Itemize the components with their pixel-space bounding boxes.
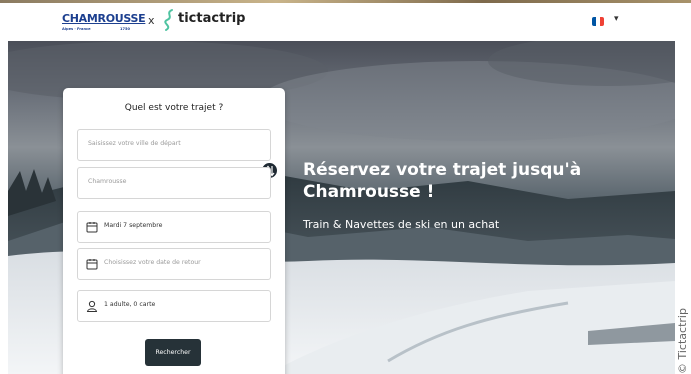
- user-icon: [86, 300, 98, 312]
- calendar-icon: [86, 259, 98, 270]
- top-navbar: CHAMROUSSE Alpes · France 1750 x tictact…: [8, 3, 675, 41]
- chamrousse-logo[interactable]: CHAMROUSSE Alpes · France 1750: [62, 12, 146, 36]
- hero-title: Réservez votre trajet jusqu'à Chamrousse…: [303, 160, 582, 202]
- chamrousse-altitude: 1750: [120, 27, 131, 31]
- destination-value: Chamrousse: [88, 178, 127, 185]
- chamrousse-wordmark: CHAMROUSSE: [62, 12, 146, 25]
- french-flag-icon: [592, 17, 604, 26]
- return-date-field[interactable]: Choisissez votre date de retour: [77, 248, 271, 280]
- language-selector[interactable]: ▾: [592, 14, 626, 29]
- outbound-date-field[interactable]: Mardi 7 septembre: [77, 211, 271, 243]
- passengers-field[interactable]: 1 adulte, 0 carte: [77, 290, 271, 322]
- passengers-value: 1 adulte, 0 carte: [104, 301, 156, 308]
- hero-subtitle: Train & Navettes de ski en un achat: [303, 218, 500, 231]
- search-button[interactable]: Rechercher: [145, 339, 201, 366]
- tictactrip-wordmark[interactable]: tictactrip: [178, 11, 245, 26]
- outbound-date-value: Mardi 7 septembre: [104, 222, 163, 229]
- trip-search-card: Quel est votre trajet ? Saisissez votre …: [63, 88, 285, 374]
- form-title: Quel est votre trajet ?: [124, 103, 224, 113]
- photo-credit: © Tictactrip: [676, 308, 689, 374]
- return-date-placeholder: Choisissez votre date de retour: [104, 259, 201, 266]
- hero-banner: Réservez votre trajet jusqu'à Chamrousse…: [8, 41, 675, 374]
- departure-input[interactable]: Saisissez votre ville de départ: [77, 129, 271, 161]
- chamrousse-tagline: Alpes · France: [62, 27, 91, 31]
- tictactrip-logo-icon: [164, 9, 173, 31]
- calendar-icon: [86, 222, 98, 233]
- chevron-down-icon: ▾: [614, 14, 619, 24]
- destination-input[interactable]: Chamrousse: [77, 167, 271, 199]
- brand-separator: x: [148, 14, 155, 27]
- departure-placeholder: Saisissez votre ville de départ: [88, 140, 181, 147]
